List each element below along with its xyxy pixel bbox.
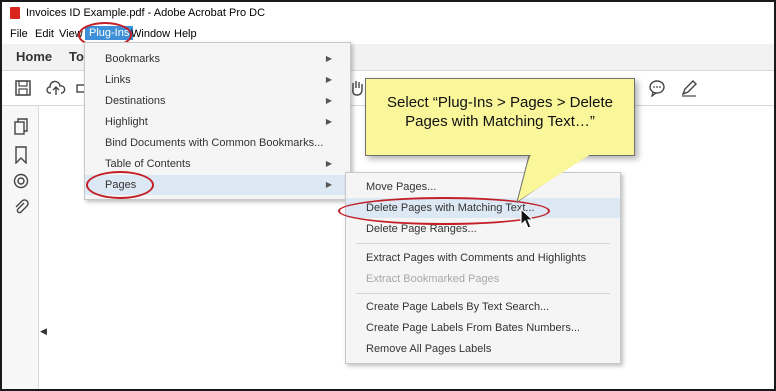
upload-icon[interactable]: [46, 79, 66, 97]
menu-item-bookmarks[interactable]: Bookmarks ▶: [85, 49, 350, 69]
menu-item-destinations[interactable]: Destinations ▶: [85, 91, 350, 111]
delete-pages-highlight-oval: [338, 197, 550, 225]
left-nav-panel: ◀: [2, 106, 47, 389]
menu-item-remove-all-page-labels[interactable]: Remove All Pages Labels: [346, 339, 620, 359]
window-title: Invoices ID Example.pdf - Adobe Acrobat …: [26, 7, 266, 19]
chevron-right-icon: ▶: [325, 159, 332, 168]
app-window: Invoices ID Example.pdf - Adobe Acrobat …: [0, 0, 776, 391]
callout-text: Select “Plug-Ins > Pages > Delete Pages …: [387, 94, 613, 130]
target-icon[interactable]: [13, 172, 29, 190]
chevron-right-icon: ▶: [325, 96, 332, 105]
cursor-icon: [520, 208, 535, 229]
collapse-panel-icon[interactable]: ◀: [40, 326, 47, 337]
tab-home[interactable]: Home: [16, 49, 52, 64]
comment-icon[interactable]: [648, 79, 666, 97]
menu-file[interactable]: File: [10, 28, 28, 40]
tab-tools[interactable]: To: [69, 49, 84, 64]
menu-item-extract-bookmarked-pages: Extract Bookmarked Pages: [366, 273, 500, 285]
menu-item-links[interactable]: Links ▶: [85, 70, 350, 90]
chevron-right-icon: ▶: [325, 54, 332, 63]
menu-item-bind-documents[interactable]: Bind Documents with Common Bookmarks...: [85, 133, 350, 153]
pages-icon[interactable]: [13, 118, 29, 136]
title-bar: Invoices ID Example.pdf - Adobe Acrobat …: [2, 2, 774, 24]
save-icon[interactable]: [14, 79, 32, 97]
attachment-icon[interactable]: [13, 198, 29, 216]
menu-window[interactable]: Window: [131, 28, 170, 40]
hand-icon[interactable]: [349, 79, 365, 97]
pages-highlight-oval: [86, 171, 154, 199]
menu-item-create-labels-bates[interactable]: Create Page Labels From Bates Numbers...: [346, 318, 620, 338]
instruction-callout: Select “Plug-Ins > Pages > Delete Pages …: [365, 78, 635, 156]
chevron-right-icon: ▶: [325, 180, 332, 189]
menu-separator: [356, 293, 610, 294]
menu-item-create-labels-text-search[interactable]: Create Page Labels By Text Search...: [346, 297, 620, 317]
chevron-right-icon: ▶: [325, 75, 332, 84]
pen-icon[interactable]: [680, 79, 698, 97]
menu-item-move-pages[interactable]: Move Pages...: [346, 177, 620, 197]
menu-help[interactable]: Help: [174, 28, 197, 40]
bookmark-icon[interactable]: [13, 146, 29, 164]
pdf-file-icon: [10, 7, 20, 19]
menu-item-highlight[interactable]: Highlight ▶: [85, 112, 350, 132]
menu-separator: [356, 243, 610, 244]
menu-edit[interactable]: Edit: [35, 28, 54, 40]
menu-item-extract-pages-comments[interactable]: Extract Pages with Comments and Highligh…: [346, 248, 620, 268]
chevron-right-icon: ▶: [325, 117, 332, 126]
